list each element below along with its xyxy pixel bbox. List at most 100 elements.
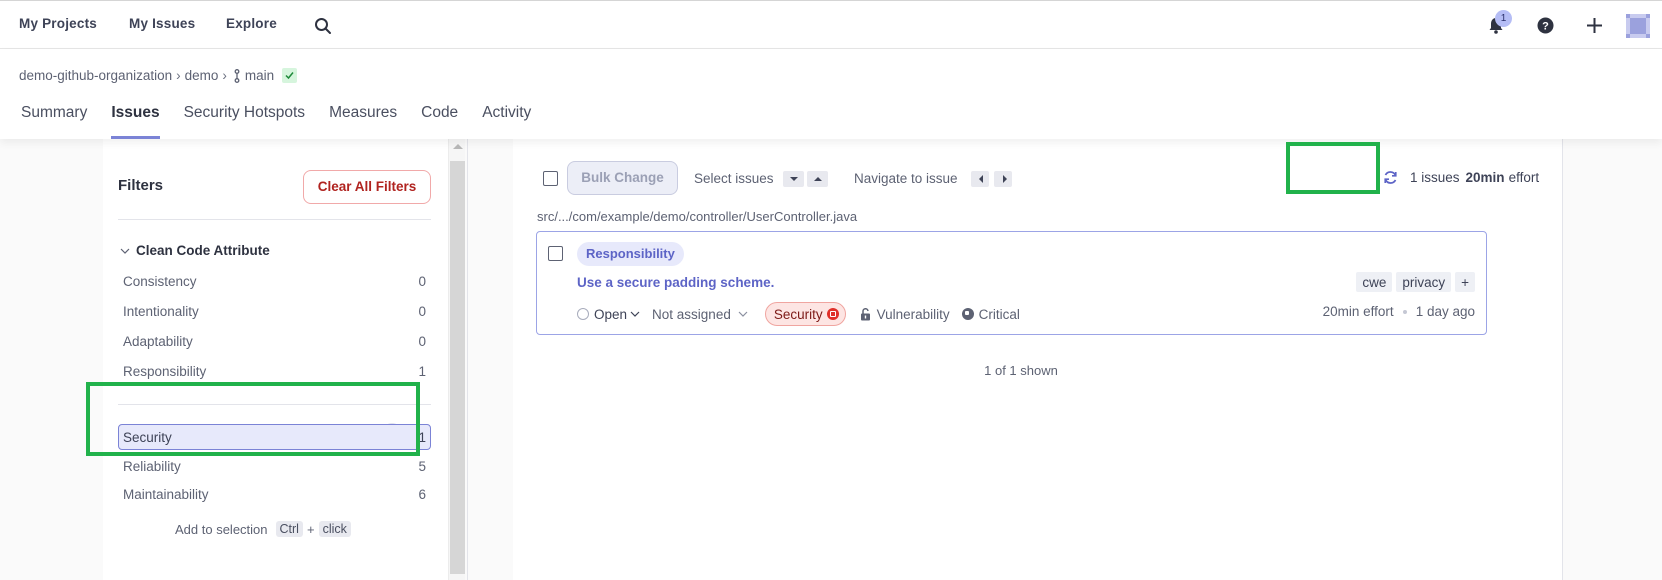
issue-severity: Critical [961,306,1020,322]
divider [118,404,431,405]
help-icon[interactable]: ? [1537,17,1554,34]
avatar-icon[interactable] [1626,14,1650,38]
facet-item-label: Responsibility [123,363,207,379]
status-open-icon [577,308,589,320]
facet-item-count: 1 [418,429,426,445]
shown-count: 1 of 1 shown [984,363,1058,378]
breadcrumb: demo-github-organization › demo › main [19,68,298,83]
edit-tags-button[interactable]: + [1455,272,1475,292]
facet-item-reliability[interactable]: Reliability 5 [118,453,431,479]
quality-gate-passed-icon [282,68,298,83]
facet-item-count: 1 [418,363,426,379]
facet-item-label: Maintainability [123,486,209,502]
tag-cwe[interactable]: cwe [1356,272,1393,292]
navigate-previous-button[interactable] [971,171,989,187]
issue-item[interactable]: Responsibility Use a secure padding sche… [536,231,1487,335]
selection-hint: Add to selection Ctrl + click [175,521,355,537]
divider [467,139,468,580]
status-label: Open [594,306,628,322]
facet-item-consistency[interactable]: Consistency 0 [118,268,431,294]
assignee-dropdown[interactable]: Not assigned [652,307,748,322]
nav-explore[interactable]: Explore [226,16,277,31]
facet-item-security-selected[interactable]: Security 1 [118,424,431,450]
issue-type-label: Vulnerability [876,306,950,322]
tab-issues[interactable]: Issues [111,104,160,139]
issue-age: 1 day ago [1415,304,1475,319]
facet-item-responsibility[interactable]: Responsibility 1 [118,358,431,384]
project-header: demo-github-organization › demo › main S… [0,49,1662,139]
tab-security-hotspots[interactable]: Security Hotspots [184,104,305,139]
facet-title: Clean Code Attribute [136,243,270,258]
nav-my-issues[interactable]: My Issues [129,16,195,31]
issue-checkbox[interactable] [548,246,563,261]
breadcrumb-branch[interactable]: main [245,68,274,83]
assignee-label: Not assigned [652,306,731,322]
tab-code[interactable]: Code [421,104,458,139]
issue-status-dropdown[interactable]: Open [577,307,640,322]
facet-item-label: Reliability [123,458,181,474]
severity-critical-icon [961,308,974,320]
kbd-click: click [318,521,351,537]
chevron-down-icon [738,311,748,317]
issues-summary: 1 issues 20min effort [1383,170,1539,185]
tab-measures[interactable]: Measures [329,104,397,139]
facet-item-count: 6 [418,486,426,502]
clear-all-filters-button[interactable]: Clear All Filters [303,170,431,204]
plus-icon[interactable] [1586,17,1603,34]
scrollbar-thumb[interactable] [450,161,465,574]
filters-sidebar: Filters Clear All Filters Clean Code Att… [103,139,448,580]
breadcrumb-project[interactable]: demo [185,68,219,83]
facet-item-count: 0 [418,333,426,349]
issue-tags: cwe privacy + [1352,272,1475,292]
facet-item-count: 0 [418,303,426,319]
unlock-icon [860,307,870,320]
breadcrumb-organization[interactable]: demo-github-organization [19,68,172,83]
software-quality-label: Security [773,306,823,322]
chevron-down-icon [630,311,640,317]
component-file-path: src/.../com/example/demo/controller/User… [537,209,858,224]
clean-code-attribute-badge: Responsibility [577,242,684,266]
select-previous-issue-button[interactable] [807,171,828,187]
facet-item-intentionality[interactable]: Intentionality 0 [118,298,431,324]
facet-item-adaptability[interactable]: Adaptability 0 [118,328,431,354]
facet-item-count: 5 [418,458,426,474]
hint-plus: + [306,521,315,537]
select-next-issue-button[interactable] [783,171,804,187]
select-all-checkbox[interactable] [543,171,558,186]
top-navigation: My Projects My Issues Explore 1 ? [0,0,1662,49]
severity-high-icon [826,308,839,320]
issue-effort-age: 20min effort 1 day ago [1323,304,1475,319]
navigate-next-button[interactable] [994,171,1012,187]
facet-clean-code-attribute-header[interactable]: Clean Code Attribute [120,243,270,258]
svg-text:?: ? [1542,21,1549,33]
nav-my-projects[interactable]: My Projects [19,16,97,31]
software-quality-badge[interactable]: Security [764,302,846,326]
scroll-up-arrow-icon[interactable] [453,144,463,149]
chevron-down-icon [120,248,130,254]
divider [118,219,431,220]
facet-item-label: Consistency [123,273,197,289]
severity-label: Critical [978,306,1020,322]
divider [1562,139,1563,580]
hint-text: Add to selection [175,521,268,537]
select-issues-label: Select issues [694,171,774,186]
facet-item-label: Adaptability [123,333,193,349]
arrow-up-icon [814,177,822,181]
notification-badge: 1 [1495,10,1512,27]
issue-title-link[interactable]: Use a secure padding scheme. [577,275,774,290]
chevron-right-icon: › [222,68,227,83]
arrow-right-icon [1003,175,1007,183]
tab-activity[interactable]: Activity [482,104,531,139]
filters-title: Filters [118,177,164,194]
bulk-change-button[interactable]: Bulk Change [567,161,678,195]
facet-item-maintainability[interactable]: Maintainability 6 [118,481,431,507]
sidebar-scrollbar[interactable] [448,139,465,580]
search-icon[interactable] [314,17,332,35]
issues-main: Bulk Change Select issues Navigate to is… [513,139,1562,580]
navigate-to-issue-label: Navigate to issue [854,171,958,186]
facet-item-count: 0 [418,273,426,289]
refresh-icon[interactable] [1383,170,1398,185]
tag-privacy[interactable]: privacy [1396,272,1452,292]
issues-count: 1 issues [1410,170,1460,185]
tab-summary[interactable]: Summary [21,104,87,139]
